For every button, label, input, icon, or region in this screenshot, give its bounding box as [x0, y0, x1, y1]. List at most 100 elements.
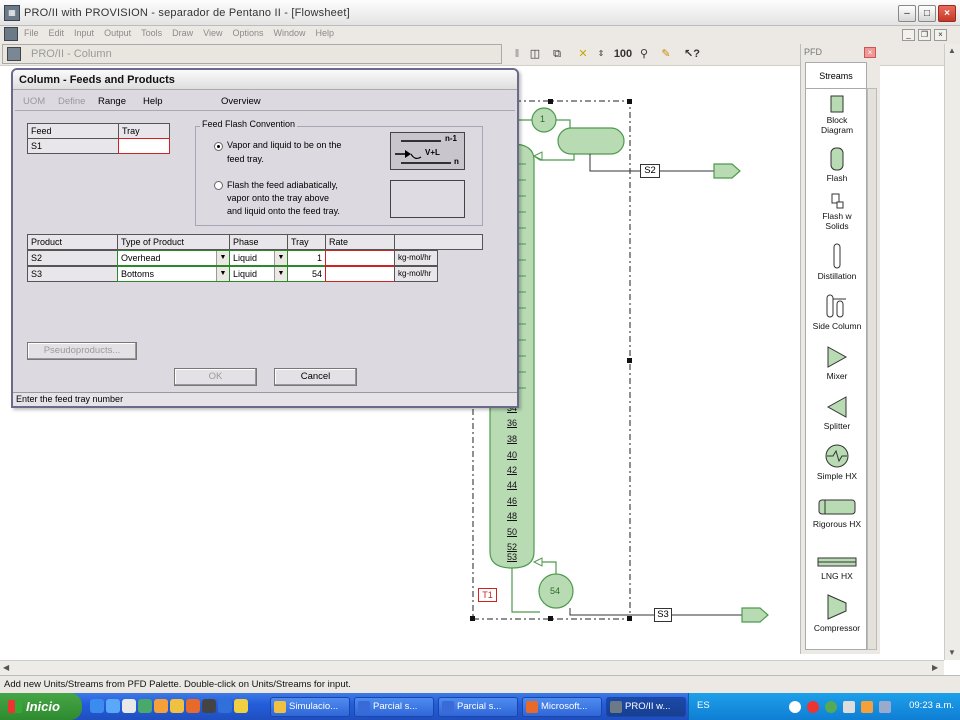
magnifier-icon[interactable]: ⚲ [636, 46, 652, 62]
column-window-tab[interactable]: PRO/II - Column [2, 44, 502, 64]
stream-label-s3[interactable]: S3 [654, 608, 672, 622]
clock[interactable]: 09:23 a.m. [909, 700, 954, 711]
scroll-down-icon[interactable]: ▼ [948, 648, 956, 657]
menu-window[interactable]: Window [274, 28, 306, 38]
vertical-scrollbar[interactable]: ▲ ▼ [944, 44, 960, 660]
palette-scrollbar[interactable] [867, 88, 877, 650]
maximize-button[interactable]: □ [918, 5, 936, 22]
quicklaunch-folder2-icon[interactable] [234, 699, 248, 713]
tray-input-s3[interactable]: 54 [287, 266, 326, 282]
minimize-button[interactable]: – [898, 5, 916, 22]
document-icon[interactable] [4, 27, 18, 41]
type-select-s2[interactable]: Overhead ▼ [117, 250, 230, 266]
task-parcial-2[interactable]: Parcial s... [438, 697, 518, 717]
palette-item-compressor[interactable]: Compressor [806, 593, 866, 633]
menu-options[interactable]: Options [232, 28, 263, 38]
rate-input-s3[interactable] [325, 266, 395, 282]
palette-item-flash-solids[interactable]: Flash w Solids [806, 193, 866, 231]
task-microsoft[interactable]: Microsoft... [522, 697, 602, 717]
radio-vapor-liquid-on-tray[interactable] [214, 142, 223, 151]
units-s2[interactable]: kg-mol/hr [394, 250, 438, 266]
menu-input[interactable]: Input [74, 28, 94, 38]
scroll-up-icon[interactable]: ▲ [948, 46, 956, 55]
menu-help[interactable]: Help [143, 96, 163, 107]
scroll-left-icon[interactable]: ◀ [3, 663, 9, 672]
quicklaunch-media-icon[interactable] [154, 699, 168, 713]
tray-app-icon[interactable] [825, 701, 837, 713]
horizontal-scrollbar[interactable]: ◀ ▶ [0, 660, 944, 675]
phase-select-s3[interactable]: Liquid ▼ [229, 266, 288, 282]
menu-edit[interactable]: Edit [49, 28, 65, 38]
palette-item-block-diagram[interactable]: Block Diagram [806, 95, 866, 135]
mdi-minimize-button[interactable]: _ [902, 29, 915, 41]
pseudoproducts-button[interactable]: Pseudoproducts... [27, 342, 137, 360]
quicklaunch-ie-icon[interactable] [106, 699, 120, 713]
palette-item-lng-hx[interactable]: LNG HX [806, 555, 866, 581]
phase-select-s2[interactable]: Liquid ▼ [229, 250, 288, 266]
ok-button[interactable]: OK [174, 368, 257, 386]
column-label-t1[interactable]: T1 [478, 588, 497, 602]
quicklaunch-word-icon[interactable] [218, 699, 232, 713]
mdi-restore-button[interactable]: ❐ [918, 29, 931, 41]
dropdown-arrow-icon[interactable]: ▼ [216, 267, 229, 281]
menu-uom[interactable]: UOM [23, 96, 45, 107]
quicklaunch-desktop-icon[interactable] [90, 699, 104, 713]
language-indicator[interactable]: ES [697, 700, 710, 711]
start-button[interactable]: Inicio [0, 693, 82, 720]
app-icon[interactable]: ▦ [4, 5, 20, 21]
pencil-icon[interactable]: ✎ [658, 46, 674, 62]
network-icon[interactable] [789, 701, 801, 713]
palette-item-simple-hx[interactable]: Simple HX [806, 443, 866, 481]
stream-label-s2[interactable]: S2 [640, 164, 660, 178]
tray-monitor-icon[interactable] [879, 701, 891, 713]
palette-close-button[interactable]: × [864, 47, 876, 58]
quicklaunch-folder-icon[interactable] [170, 699, 184, 713]
dropdown-arrow-icon[interactable]: ▼ [274, 251, 287, 265]
dropdown-arrow-icon[interactable]: ▼ [274, 267, 287, 281]
palette-tab-streams[interactable]: Streams [805, 62, 867, 88]
task-parcial-1[interactable]: Parcial s... [354, 697, 434, 717]
palette-item-distillation[interactable]: Distillation [806, 243, 866, 281]
units-s3[interactable]: kg-mol/hr [394, 266, 438, 282]
menu-overview[interactable]: Overview [221, 96, 261, 107]
quicklaunch-explorer-icon[interactable] [138, 699, 152, 713]
menu-file[interactable]: File [24, 28, 39, 38]
tray-warning-icon[interactable] [861, 701, 873, 713]
menu-define[interactable]: Define [58, 96, 85, 107]
close-button[interactable]: × [938, 5, 956, 22]
tray-input-s2[interactable]: 1 [287, 250, 326, 266]
menu-output[interactable]: Output [104, 28, 131, 38]
palette-item-side-column[interactable]: Side Column [806, 293, 866, 331]
palette-item-flash[interactable]: Flash [806, 147, 866, 183]
antivirus-icon[interactable] [807, 701, 819, 713]
quicklaunch-app-icon[interactable] [202, 699, 216, 713]
help-pointer-icon[interactable]: ↖? [682, 46, 702, 62]
palette-item-mixer[interactable]: Mixer [806, 345, 866, 381]
cancel-button[interactable]: Cancel [274, 368, 357, 386]
volume-icon[interactable] [843, 701, 855, 713]
zoom-100-icon[interactable]: 100 [612, 46, 634, 62]
menu-view[interactable]: View [203, 28, 222, 38]
palette-item-rigorous-hx[interactable]: Rigorous HX [806, 497, 866, 529]
menu-help[interactable]: Help [316, 28, 335, 38]
up-down-arrow-icon[interactable]: ⇕ [594, 46, 608, 62]
radio-flash-adiabatic[interactable] [214, 181, 223, 190]
type-select-s3[interactable]: Bottoms ▼ [117, 266, 230, 282]
menu-tools[interactable]: Tools [141, 28, 162, 38]
quicklaunch-firefox-icon[interactable] [186, 699, 200, 713]
mdi-close-button[interactable]: × [934, 29, 947, 41]
pause-icon[interactable]: ‖ [510, 46, 524, 62]
scroll-right-icon[interactable]: ▶ [932, 663, 938, 672]
copy-icon[interactable]: ⧉ [548, 46, 566, 62]
task-proii[interactable]: PRO/II w... [606, 697, 686, 717]
camera-icon[interactable]: ◫ [526, 46, 544, 62]
quicklaunch-mail-icon[interactable] [122, 699, 136, 713]
run-icon[interactable]: ✕ [574, 46, 592, 62]
feed-tray-input[interactable] [118, 138, 170, 154]
palette-item-splitter[interactable]: Splitter [806, 395, 866, 431]
task-simulacion[interactable]: Simulacio... [270, 697, 350, 717]
rate-input-s2[interactable] [325, 250, 395, 266]
menu-range[interactable]: Range [98, 96, 126, 107]
dropdown-arrow-icon[interactable]: ▼ [216, 251, 229, 265]
menu-draw[interactable]: Draw [172, 28, 193, 38]
